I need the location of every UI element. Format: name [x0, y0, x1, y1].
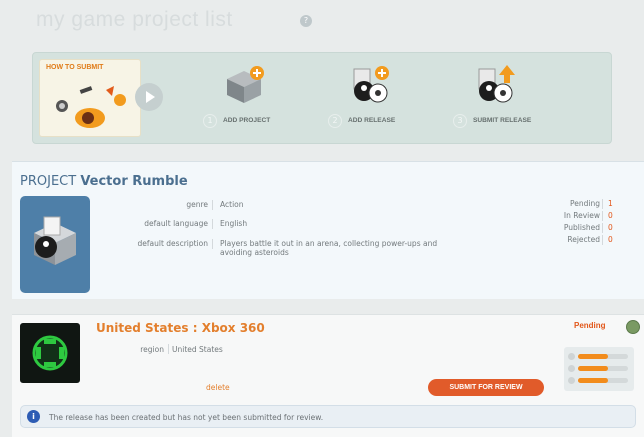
release-panel: United States : Xbox 360 region United S… — [12, 314, 644, 437]
xbox-orb-icon — [32, 335, 68, 371]
rocket-illustration-icon — [56, 86, 126, 128]
step-submit-release[interactable]: 3 SUBMIT RELEASE — [453, 61, 593, 137]
project-prefix: PROJECT — [20, 174, 77, 189]
project-heading: PROJECT Vector Rumble — [20, 174, 188, 189]
project-name-link[interactable]: Vector Rumble — [80, 174, 187, 189]
progress-bar — [568, 377, 628, 384]
field-value: English — [220, 219, 248, 228]
next-arrow-button[interactable] — [135, 83, 163, 111]
submission-steps: HOW TO SUBMIT 1 ADD PROJECT 2 ADD RELEAS… — [32, 52, 612, 144]
step-label: ADD PROJECT — [223, 117, 271, 124]
game-release-add-icon — [353, 66, 389, 103]
field-key: default language — [144, 219, 208, 228]
help-icon[interactable]: ? — [300, 15, 312, 27]
stat-value: 1 — [608, 199, 613, 208]
progress-bar — [568, 365, 628, 372]
game-box-icon — [34, 216, 76, 265]
step-add-project[interactable]: 1 ADD PROJECT — [203, 61, 323, 137]
step-number: 3 — [453, 114, 467, 128]
status-indicator-icon — [626, 320, 640, 334]
release-status-label: Pending — [574, 321, 606, 330]
field-key: default description — [137, 239, 208, 248]
stat-key: Pending — [570, 199, 600, 208]
step-number: 1 — [203, 114, 217, 128]
step-label: SUBMIT RELEASE — [473, 117, 532, 124]
game-release-upload-icon — [478, 65, 515, 103]
delete-link[interactable]: delete — [206, 383, 230, 392]
stat-key: Published — [563, 223, 600, 232]
stat-key: In Review — [563, 211, 600, 220]
field-value: Players battle it out in an arena, colle… — [220, 239, 438, 257]
progress-bar — [568, 353, 628, 360]
box-add-icon — [227, 66, 264, 103]
release-thumbnail — [20, 323, 80, 383]
page-title: my game project list — [36, 8, 233, 31]
field-key: genre — [186, 200, 208, 209]
submit-for-review-button[interactable]: SUBMIT FOR REVIEW — [428, 379, 544, 396]
stat-key: Rejected — [567, 235, 600, 244]
project-avatar — [20, 196, 90, 293]
release-progress — [564, 347, 634, 391]
how-to-submit-label: HOW TO SUBMIT — [46, 64, 104, 71]
step-number: 2 — [328, 114, 342, 128]
region-key: region — [140, 345, 164, 354]
info-message: i The release has been created but has n… — [20, 405, 636, 428]
info-text: The release has been created but has not… — [49, 413, 324, 422]
field-value: Action — [220, 200, 244, 209]
step-add-release[interactable]: 2 ADD RELEASE — [328, 61, 448, 137]
stat-value: 0 — [608, 223, 613, 232]
project-panel: PROJECT Vector Rumble genre Action defau… — [12, 161, 644, 299]
release-title-link[interactable]: United States : Xbox 360 — [96, 321, 265, 335]
step-label: ADD RELEASE — [348, 117, 396, 124]
stat-value: 0 — [608, 211, 613, 220]
info-icon: i — [27, 410, 40, 423]
region-value: United States — [172, 345, 223, 354]
stat-value: 0 — [608, 235, 613, 244]
how-to-submit-box[interactable]: HOW TO SUBMIT — [39, 59, 141, 137]
